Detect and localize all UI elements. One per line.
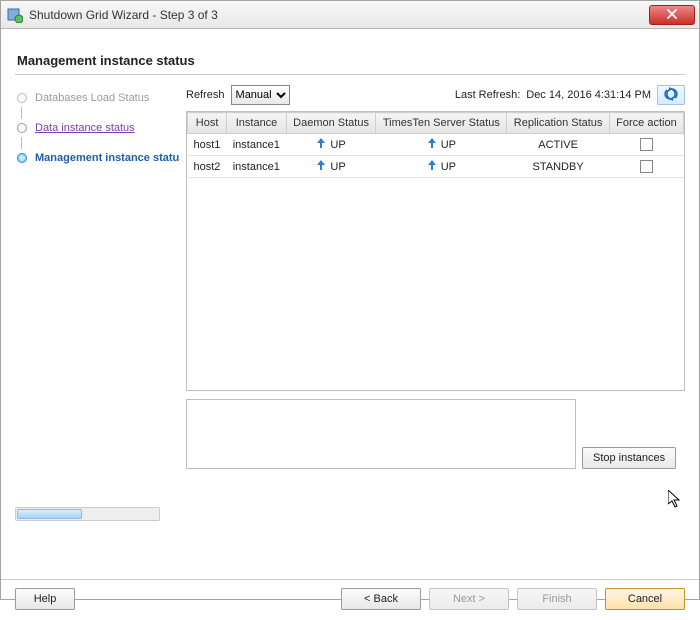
next-button: Next > — [429, 588, 509, 610]
step-label: Databases Load Status — [35, 92, 149, 104]
up-arrow-icon — [316, 160, 326, 173]
step-bullet-icon — [17, 93, 27, 103]
cell-daemon: UP — [286, 134, 376, 156]
col-force-action[interactable]: Force action — [609, 113, 683, 134]
page-title: Management instance status — [17, 53, 685, 68]
close-button[interactable] — [649, 5, 695, 25]
cell-instance: instance1 — [227, 156, 287, 178]
wizard-step-list: Databases Load Status Data instance stat… — [15, 83, 180, 579]
last-refresh-label: Last Refresh: — [455, 89, 520, 101]
up-arrow-icon — [427, 138, 437, 151]
connector-line — [21, 107, 22, 119]
step-bullet-icon — [17, 123, 27, 133]
scrollbar-thumb[interactable] — [17, 509, 82, 519]
divider — [15, 74, 685, 75]
refresh-label: Refresh — [186, 89, 225, 101]
close-icon — [666, 7, 678, 22]
cancel-button[interactable]: Cancel — [605, 588, 685, 610]
connector-line — [21, 137, 22, 149]
table-row[interactable]: host1 instance1 UP — [188, 134, 684, 156]
col-host[interactable]: Host — [188, 113, 227, 134]
back-button[interactable]: < Back — [341, 588, 421, 610]
cell-replication: ACTIVE — [507, 134, 609, 156]
last-refresh-value: Dec 14, 2016 4:31:14 PM — [526, 89, 651, 101]
step-management-instance-status[interactable]: Management instance status — [15, 149, 180, 167]
cell-daemon: UP — [286, 156, 376, 178]
cell-replication: STANDBY — [507, 156, 609, 178]
step-label: Management instance status — [35, 152, 180, 164]
cell-host: host1 — [188, 134, 227, 156]
finish-button: Finish — [517, 588, 597, 610]
cell-server: UP — [376, 134, 507, 156]
refresh-button[interactable] — [657, 85, 685, 105]
refresh-icon — [663, 87, 679, 104]
cell-force — [609, 134, 683, 156]
cell-force — [609, 156, 683, 178]
up-arrow-icon — [427, 160, 437, 173]
table-row[interactable]: host2 instance1 UP — [188, 156, 684, 178]
col-replication-status[interactable]: Replication Status — [507, 113, 609, 134]
step-data-instance-status[interactable]: Data instance status — [15, 119, 180, 137]
instance-status-table: Host Instance Daemon Status TimesTen Ser… — [186, 111, 685, 391]
col-daemon-status[interactable]: Daemon Status — [286, 113, 376, 134]
up-arrow-icon — [316, 138, 326, 151]
cell-host: host2 — [188, 156, 227, 178]
window-title: Shutdown Grid Wizard - Step 3 of 3 — [29, 8, 649, 22]
refresh-mode-select[interactable]: Manual — [231, 85, 290, 105]
col-instance[interactable]: Instance — [227, 113, 287, 134]
force-checkbox[interactable] — [640, 138, 653, 151]
step-bullet-icon — [17, 153, 27, 163]
col-server-status[interactable]: TimesTen Server Status — [376, 113, 507, 134]
cell-instance: instance1 — [227, 134, 287, 156]
sidebar-scrollbar[interactable] — [15, 507, 160, 521]
app-icon — [7, 7, 23, 23]
stop-instances-button[interactable]: Stop instances — [582, 447, 676, 469]
step-label: Data instance status — [35, 122, 135, 134]
step-databases-load-status[interactable]: Databases Load Status — [15, 89, 180, 107]
log-output — [186, 399, 576, 469]
cell-server: UP — [376, 156, 507, 178]
help-button[interactable]: Help — [15, 588, 75, 610]
force-checkbox[interactable] — [640, 160, 653, 173]
